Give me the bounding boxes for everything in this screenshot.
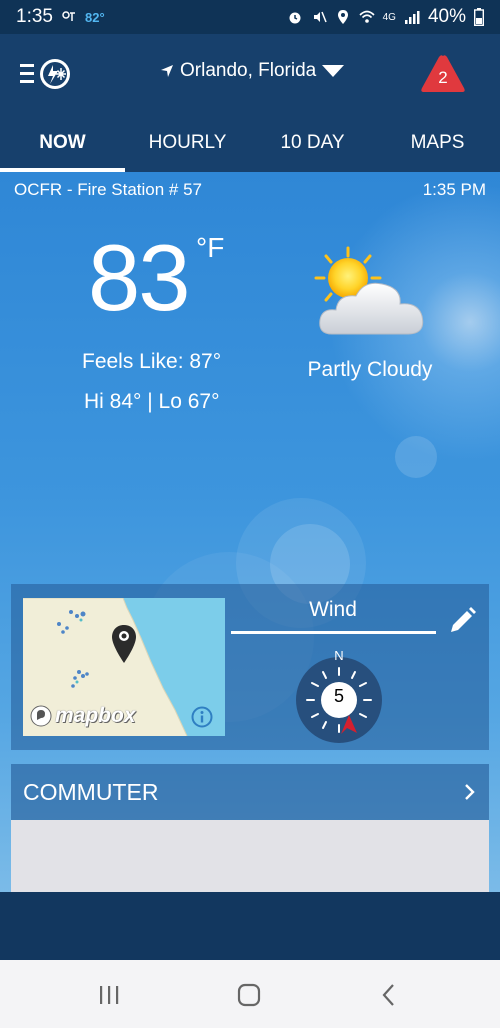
menu-logo-button[interactable]: [20, 56, 72, 92]
map-wind-widget: mapbox Wind N 5: [11, 584, 489, 750]
hi-lo-temperature: Hi 84° | Lo 67°: [84, 390, 220, 413]
alarm-icon: [289, 12, 301, 24]
svg-text:N: N: [334, 650, 343, 663]
tab-bar: NOW HOURLY 10 DAY MAPS: [0, 114, 500, 172]
observation-time: 1:35 PM: [422, 180, 486, 199]
navigation-arrow-icon: [161, 65, 173, 77]
current-temperature: 83: [88, 225, 191, 330]
lens-flare: [395, 436, 437, 478]
commuter-card-body: [11, 820, 489, 892]
tab-maps[interactable]: MAPS: [375, 114, 500, 172]
tab-hourly[interactable]: HOURLY: [125, 114, 250, 172]
wind-divider: [231, 631, 436, 634]
mapbox-attribution: mapbox: [55, 704, 136, 727]
weather-station-name[interactable]: OCFR - Fire Station # 57: [14, 180, 202, 200]
dropdown-triangle-icon: [322, 65, 345, 77]
location-icon: [337, 10, 348, 24]
status-temperature: 82°: [84, 9, 105, 25]
battery-percent: 40%: [427, 6, 466, 27]
mapbox-logo-icon: [30, 705, 52, 727]
weather-condition: Partly Cloudy: [307, 358, 433, 381]
wind-speed: 5: [333, 686, 344, 706]
edit-pencil-icon[interactable]: [447, 606, 477, 636]
partly-cloudy-icon: [314, 246, 424, 335]
mapbox-logo: mapbox: [29, 704, 136, 728]
status-bar: 1:35 82° 4G 40%: [0, 0, 500, 34]
mute-icon: [313, 11, 327, 23]
recent-apps-icon[interactable]: [96, 982, 122, 1008]
feels-like: Feels Like: 87°: [82, 350, 222, 373]
weather-alerts-button[interactable]: 2: [420, 54, 466, 94]
home-icon[interactable]: [236, 982, 262, 1008]
location-name: Orlando, Florida: [180, 60, 317, 81]
commuter-title: COMMUTER: [23, 778, 159, 805]
alert-count: 2: [438, 68, 448, 87]
commuter-card-header[interactable]: COMMUTER: [11, 764, 489, 820]
temperature-unit: °F: [196, 232, 225, 263]
battery-icon: [474, 8, 484, 26]
back-icon[interactable]: [376, 982, 402, 1008]
radar-map[interactable]: mapbox: [23, 598, 225, 736]
wifi-icon: [359, 10, 375, 23]
map-location-pin-icon: [112, 625, 136, 663]
chevron-right-icon: [465, 784, 475, 800]
location-selector[interactable]: Orlando, Florida: [160, 60, 345, 82]
network-type: 4G: [382, 11, 396, 23]
app-header: Orlando, Florida 2 NOW HOURLY 10 DAY MAP…: [0, 34, 500, 172]
footer-band: [0, 892, 500, 960]
signal-icon: [404, 11, 420, 24]
weather-notification-icon: [62, 11, 75, 21]
status-time: 1:35: [16, 6, 53, 27]
current-conditions-panel: OCFR - Fire Station # 57 1:35 PM 83 °F F…: [0, 172, 500, 892]
header-row: Orlando, Florida 2: [0, 34, 500, 114]
info-icon[interactable]: [191, 706, 213, 728]
wind-title: Wind: [309, 598, 357, 621]
tab-now[interactable]: NOW: [0, 114, 125, 172]
system-navigation-bar: [0, 960, 500, 1028]
tab-10-day[interactable]: 10 DAY: [250, 114, 375, 172]
